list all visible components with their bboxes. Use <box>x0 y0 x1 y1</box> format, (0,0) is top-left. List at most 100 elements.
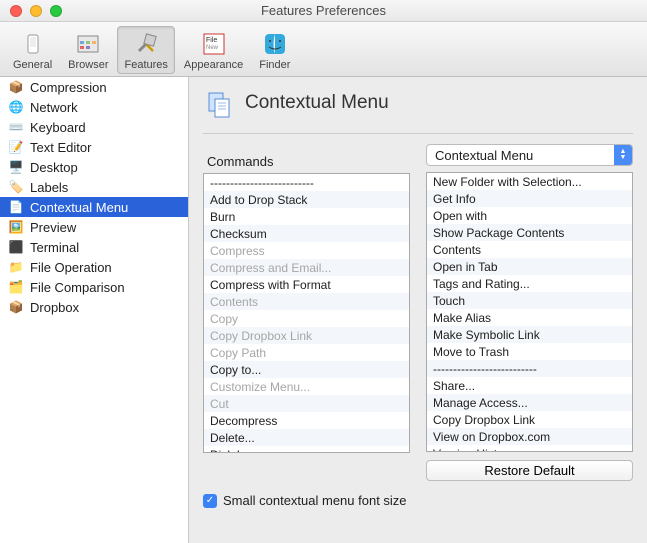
list-item[interactable]: -------------------------- <box>204 174 409 191</box>
list-item[interactable]: Make Symbolic Link <box>427 326 632 343</box>
list-item[interactable]: Checksum <box>204 225 409 242</box>
sidebar-item-label: Desktop <box>30 160 78 175</box>
sidebar-glyph-icon: 📦 <box>8 79 24 95</box>
list-item[interactable]: Move to Trash <box>427 343 632 360</box>
list-item[interactable]: Tags and Rating... <box>427 275 632 292</box>
browser-icon <box>73 29 103 59</box>
contextual-menu-header-icon <box>203 87 235 119</box>
commands-label: Commands <box>207 154 410 169</box>
list-item[interactable]: Touch <box>427 292 632 309</box>
appearance-icon: FileNew <box>199 29 229 59</box>
content-pane: Contextual Menu Commands ---------------… <box>189 77 647 543</box>
sidebar-item-label: Network <box>30 100 78 115</box>
sidebar-item-label: Text Editor <box>30 140 91 155</box>
list-item[interactable]: Compress and Email... <box>204 259 409 276</box>
sidebar-glyph-icon: ⬛ <box>8 239 24 255</box>
sidebar-item-terminal[interactable]: ⬛ Terminal <box>0 237 188 257</box>
svg-text:File: File <box>206 37 217 44</box>
list-item[interactable]: Version History <box>427 445 632 452</box>
sidebar-item-label: File Comparison <box>30 280 125 295</box>
sidebar-glyph-icon: 🖼️ <box>8 219 24 235</box>
checkbox-icon[interactable]: ✓ <box>203 494 217 508</box>
toolbar-label: Finder <box>259 59 290 71</box>
list-item[interactable]: Decompress <box>204 412 409 429</box>
small-font-checkbox-row[interactable]: ✓ Small contextual menu font size <box>203 493 633 508</box>
sidebar-item-labels[interactable]: 🏷️ Labels <box>0 177 188 197</box>
list-item[interactable]: Compress with Format <box>204 276 409 293</box>
list-item[interactable]: Disk Image <box>204 446 409 453</box>
list-item[interactable]: Show Package Contents <box>427 224 632 241</box>
list-item[interactable]: Add to Drop Stack <box>204 191 409 208</box>
toolbar-label: Appearance <box>184 59 243 71</box>
toolbar-general[interactable]: General <box>6 26 59 74</box>
sidebar-glyph-icon: 🏷️ <box>8 179 24 195</box>
sidebar-item-dropbox[interactable]: 📦 Dropbox <box>0 297 188 317</box>
commands-list[interactable]: --------------------------Add to Drop St… <box>203 173 410 453</box>
features-icon <box>131 29 161 59</box>
sidebar: 📦 Compression 🌐 Network ⌨️Keyboard 📝 Text Edit… <box>0 77 189 543</box>
dropdown-value: Contextual Menu <box>435 148 533 163</box>
menu-selector-dropdown[interactable]: Contextual Menu ▲▼ <box>426 144 633 166</box>
restore-default-button[interactable]: Restore Default <box>426 460 633 481</box>
toolbar: GeneralBrowserFeaturesFileNewAppearanceF… <box>0 22 647 77</box>
list-item[interactable]: -------------------------- <box>427 360 632 377</box>
list-item[interactable]: View on Dropbox.com <box>427 428 632 445</box>
sidebar-item-network[interactable]: 🌐 Network <box>0 97 188 117</box>
general-icon <box>18 29 48 59</box>
list-item[interactable]: Copy Dropbox Link <box>427 411 632 428</box>
sidebar-item-preview[interactable]: 🖼️ Preview <box>0 217 188 237</box>
pane-title: Contextual Menu <box>245 92 389 114</box>
toolbar-label: Features <box>124 59 167 71</box>
menu-items-list[interactable]: New Folder with Selection...Get InfoOpen… <box>426 172 633 452</box>
list-item[interactable]: Share... <box>427 377 632 394</box>
sidebar-item-file-operation[interactable]: 📁 File Operation <box>0 257 188 277</box>
sidebar-item-label: File Operation <box>30 260 112 275</box>
sidebar-glyph-icon: ⌨️ <box>8 119 24 135</box>
sidebar-item-label: Terminal <box>30 240 79 255</box>
list-item[interactable]: Get Info <box>427 190 632 207</box>
list-item[interactable]: Copy Path <box>204 344 409 361</box>
sidebar-glyph-icon: 📁 <box>8 259 24 275</box>
toolbar-finder[interactable]: Finder <box>252 26 297 74</box>
sidebar-item-label: Contextual Menu <box>30 200 128 215</box>
list-item[interactable]: Cut <box>204 395 409 412</box>
sidebar-item-text-editor[interactable]: 📝 Text Editor <box>0 137 188 157</box>
list-item[interactable]: Contents <box>204 293 409 310</box>
sidebar-glyph-icon: 🖥️ <box>8 159 24 175</box>
updown-icon: ▲▼ <box>614 145 632 165</box>
sidebar-item-desktop[interactable]: 🖥️ Desktop <box>0 157 188 177</box>
sidebar-item-label: Dropbox <box>30 300 79 315</box>
sidebar-item-label: Labels <box>30 180 68 195</box>
list-item[interactable]: Open in Tab <box>427 258 632 275</box>
toolbar-label: General <box>13 59 52 71</box>
toolbar-label: Browser <box>68 59 108 71</box>
list-item[interactable]: Open with <box>427 207 632 224</box>
list-item[interactable]: Copy <box>204 310 409 327</box>
sidebar-glyph-icon: 📝 <box>8 139 24 155</box>
list-item[interactable]: New Folder with Selection... <box>427 173 632 190</box>
sidebar-glyph-icon: 🌐 <box>8 99 24 115</box>
pane-header: Contextual Menu <box>203 87 633 134</box>
list-item[interactable]: Manage Access... <box>427 394 632 411</box>
list-item[interactable]: Contents <box>427 241 632 258</box>
list-item[interactable]: Copy to... <box>204 361 409 378</box>
sidebar-item-keyboard[interactable]: ⌨️Keyboard <box>0 117 188 137</box>
list-item[interactable]: Make Alias <box>427 309 632 326</box>
toolbar-features[interactable]: Features <box>117 26 174 74</box>
sidebar-item-contextual-menu[interactable]: 📄 Contextual Menu <box>0 197 188 217</box>
sidebar-item-compression[interactable]: 📦 Compression <box>0 77 188 97</box>
list-item[interactable]: Compress <box>204 242 409 259</box>
list-item[interactable]: Copy Dropbox Link <box>204 327 409 344</box>
sidebar-item-label: Preview <box>30 220 76 235</box>
window-title: Features Preferences <box>0 3 647 18</box>
list-item[interactable]: Delete... <box>204 429 409 446</box>
sidebar-item-label: Compression <box>30 80 107 95</box>
list-item[interactable]: Customize Menu... <box>204 378 409 395</box>
finder-icon <box>260 29 290 59</box>
sidebar-glyph-icon: 📄 <box>8 199 24 215</box>
list-item[interactable]: Burn <box>204 208 409 225</box>
toolbar-appearance[interactable]: FileNewAppearance <box>177 26 250 74</box>
sidebar-item-file-comparison[interactable]: 🗂️File Comparison <box>0 277 188 297</box>
toolbar-browser[interactable]: Browser <box>61 26 115 74</box>
sidebar-glyph-icon: 📦 <box>8 299 24 315</box>
